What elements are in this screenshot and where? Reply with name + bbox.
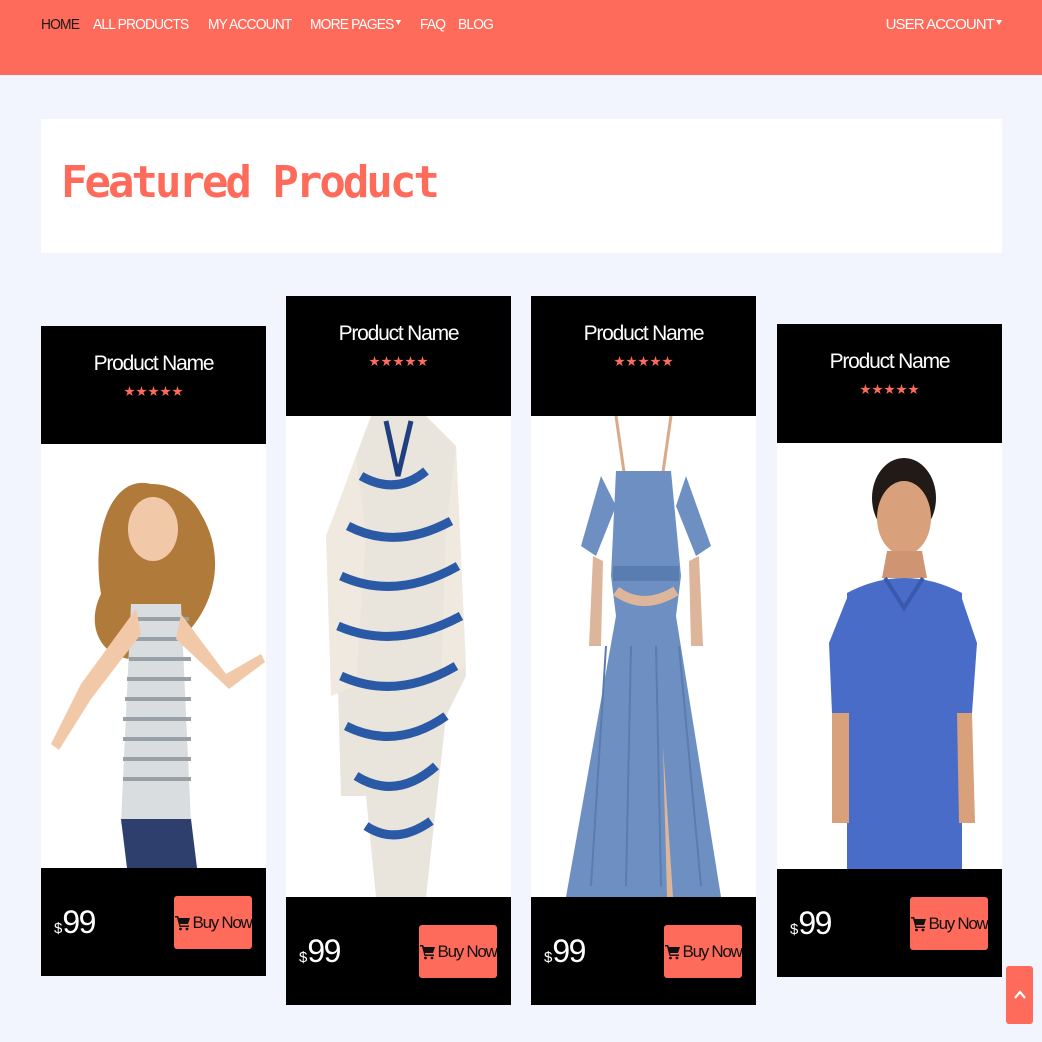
product-image[interactable] (531, 416, 756, 897)
product-card-header: Product Name (531, 296, 756, 416)
product-price: $99 (544, 933, 586, 970)
caret-down-icon (395, 20, 401, 25)
tie-dye-kaftan-photo (326, 416, 466, 897)
nav-faq[interactable]: FAQ (420, 16, 446, 33)
product-card-header: Product Name (777, 324, 1002, 443)
star-icon (896, 384, 907, 395)
buy-now-label: Buy Now (192, 912, 253, 932)
star-icon (393, 356, 404, 367)
caret-down-icon (996, 20, 1002, 25)
product-image[interactable] (777, 443, 1002, 869)
star-icon (860, 384, 871, 395)
scroll-to-top-button[interactable] (1006, 966, 1033, 1024)
star-icon (662, 356, 673, 367)
main-nav: HOME ALL PRODUCTS MY ACCOUNT MORE PAGES … (41, 16, 496, 33)
product-rating (286, 356, 511, 367)
nav-more-pages-label: MORE PAGES (309, 16, 394, 33)
price-amount: 99 (62, 904, 96, 940)
product-card-footer: $99 Buy Now (286, 897, 511, 1005)
price-amount: 99 (798, 905, 832, 941)
product-rating (41, 386, 266, 397)
buy-now-label: Buy Now (928, 913, 989, 933)
featured-banner: Featured Product (41, 119, 1002, 253)
star-icon (160, 386, 171, 397)
star-icon (650, 356, 661, 367)
product-card-header: Product Name (41, 326, 266, 444)
star-icon (124, 386, 135, 397)
product-image[interactable] (286, 416, 511, 897)
product-card: Product Name $99 Buy Now (777, 324, 1002, 977)
product-rating (531, 356, 756, 367)
star-icon (884, 384, 895, 395)
product-name[interactable]: Product Name (41, 352, 266, 376)
blue-maxi-dress-photo (566, 416, 721, 897)
shopping-cart-icon (419, 944, 435, 959)
nav-all-products[interactable]: ALL PRODUCTS (93, 16, 189, 33)
star-icon (872, 384, 883, 395)
product-card-header: Product Name (286, 296, 511, 416)
product-card-footer: $99 Buy Now (531, 897, 756, 1005)
buy-now-label: Buy Now (437, 941, 498, 961)
nav-more-pages[interactable]: MORE PAGES (310, 16, 401, 33)
user-account-menu[interactable]: USER ACCOUNT (886, 16, 1002, 33)
user-account-label: USER ACCOUNT (885, 16, 995, 33)
shopping-cart-icon (910, 916, 926, 931)
product-card: Product Name $99 Buy Now (286, 296, 511, 1005)
nav-blog[interactable]: BLOG (458, 16, 494, 33)
buy-now-button[interactable]: Buy Now (174, 896, 253, 949)
product-image[interactable] (41, 444, 266, 868)
buy-now-button[interactable]: Buy Now (419, 925, 498, 978)
price-amount: 99 (552, 933, 586, 969)
product-name[interactable]: Product Name (531, 322, 756, 346)
product-price: $99 (790, 905, 832, 942)
product-card-footer: $99 Buy Now (777, 869, 1002, 977)
product-name[interactable]: Product Name (286, 322, 511, 346)
buy-now-button[interactable]: Buy Now (910, 897, 989, 950)
product-rating (777, 384, 1002, 395)
shopping-cart-icon (174, 915, 190, 930)
product-name[interactable]: Product Name (777, 350, 1002, 374)
woman-striped-top-photo (51, 482, 265, 868)
product-price: $99 (299, 933, 341, 970)
star-icon (908, 384, 919, 395)
star-icon (614, 356, 625, 367)
top-navbar: HOME ALL PRODUCTS MY ACCOUNT MORE PAGES … (0, 0, 1042, 75)
product-card: Product Name $99 Buy Now (41, 326, 266, 976)
star-icon (136, 386, 147, 397)
nav-home[interactable]: HOME (41, 16, 80, 33)
shopping-cart-icon (664, 944, 680, 959)
buy-now-button[interactable]: Buy Now (664, 925, 743, 978)
buy-now-label: Buy Now (682, 941, 743, 961)
star-icon (148, 386, 159, 397)
star-icon (626, 356, 637, 367)
star-icon (172, 386, 183, 397)
star-icon (417, 356, 428, 367)
featured-title: Featured Product (61, 157, 440, 208)
price-amount: 99 (307, 933, 341, 969)
star-icon (381, 356, 392, 367)
product-card: Product Name $99 Buy Now (531, 296, 756, 1005)
star-icon (369, 356, 380, 367)
star-icon (638, 356, 649, 367)
man-polo-shirt-photo (829, 458, 977, 869)
product-price: $99 (54, 904, 96, 941)
product-card-footer: $99 Buy Now (41, 868, 266, 976)
chevron-up-icon (1013, 990, 1026, 999)
nav-my-account[interactable]: MY ACCOUNT (208, 16, 292, 33)
star-icon (405, 356, 416, 367)
